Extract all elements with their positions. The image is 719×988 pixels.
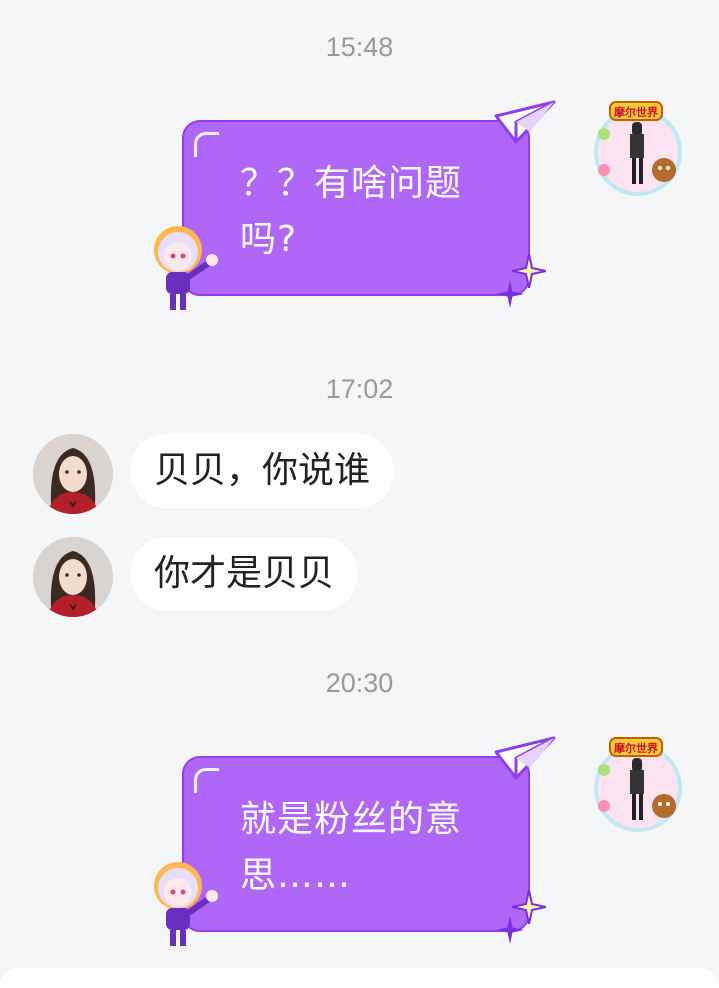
- outgoing-message[interactable]: 就是粉丝的意思……: [140, 736, 580, 952]
- paper-plane-icon: [494, 100, 556, 144]
- incoming-message-bubble[interactable]: 你才是贝贝: [130, 537, 359, 611]
- bubble-corner-decoration: [194, 132, 219, 157]
- timestamp: 20:30: [325, 668, 394, 698]
- bubble-corner-decoration: [194, 768, 219, 793]
- mascot-character-icon: [154, 226, 218, 310]
- outgoing-message[interactable]: ？？有啥问题吗?: [140, 100, 580, 316]
- sparkle-icon: [496, 916, 524, 944]
- sparkle-icon: [496, 280, 524, 308]
- user-avatar[interactable]: 摩尔世界: [590, 736, 686, 832]
- timestamp: 15:48: [325, 32, 394, 62]
- paper-plane-icon: [494, 736, 556, 780]
- incoming-message-bubble[interactable]: 贝贝，你说谁: [130, 434, 395, 508]
- mascot-character-icon: [154, 862, 218, 946]
- message-text: 就是粉丝的意思……: [240, 799, 463, 896]
- avatar-badge-text: 摩尔世界: [614, 105, 658, 119]
- contact-avatar[interactable]: [33, 537, 113, 617]
- message-bubble[interactable]: ？？有啥问题吗?: [182, 120, 530, 296]
- avatar-badge-text: 摩尔世界: [614, 741, 658, 755]
- message-text: 贝贝，你说谁: [154, 450, 371, 491]
- timestamp: 17:02: [325, 374, 394, 404]
- contact-avatar[interactable]: [33, 434, 113, 514]
- contact-avatar-image: [33, 434, 113, 514]
- message-bubble[interactable]: 就是粉丝的意思……: [182, 756, 530, 932]
- contact-avatar-image: [33, 537, 113, 617]
- user-avatar[interactable]: 摩尔世界: [590, 100, 686, 196]
- message-text: 你才是贝贝: [154, 553, 335, 594]
- input-bar-edge: [0, 968, 719, 988]
- message-text: ？？有啥问题吗?: [240, 163, 463, 260]
